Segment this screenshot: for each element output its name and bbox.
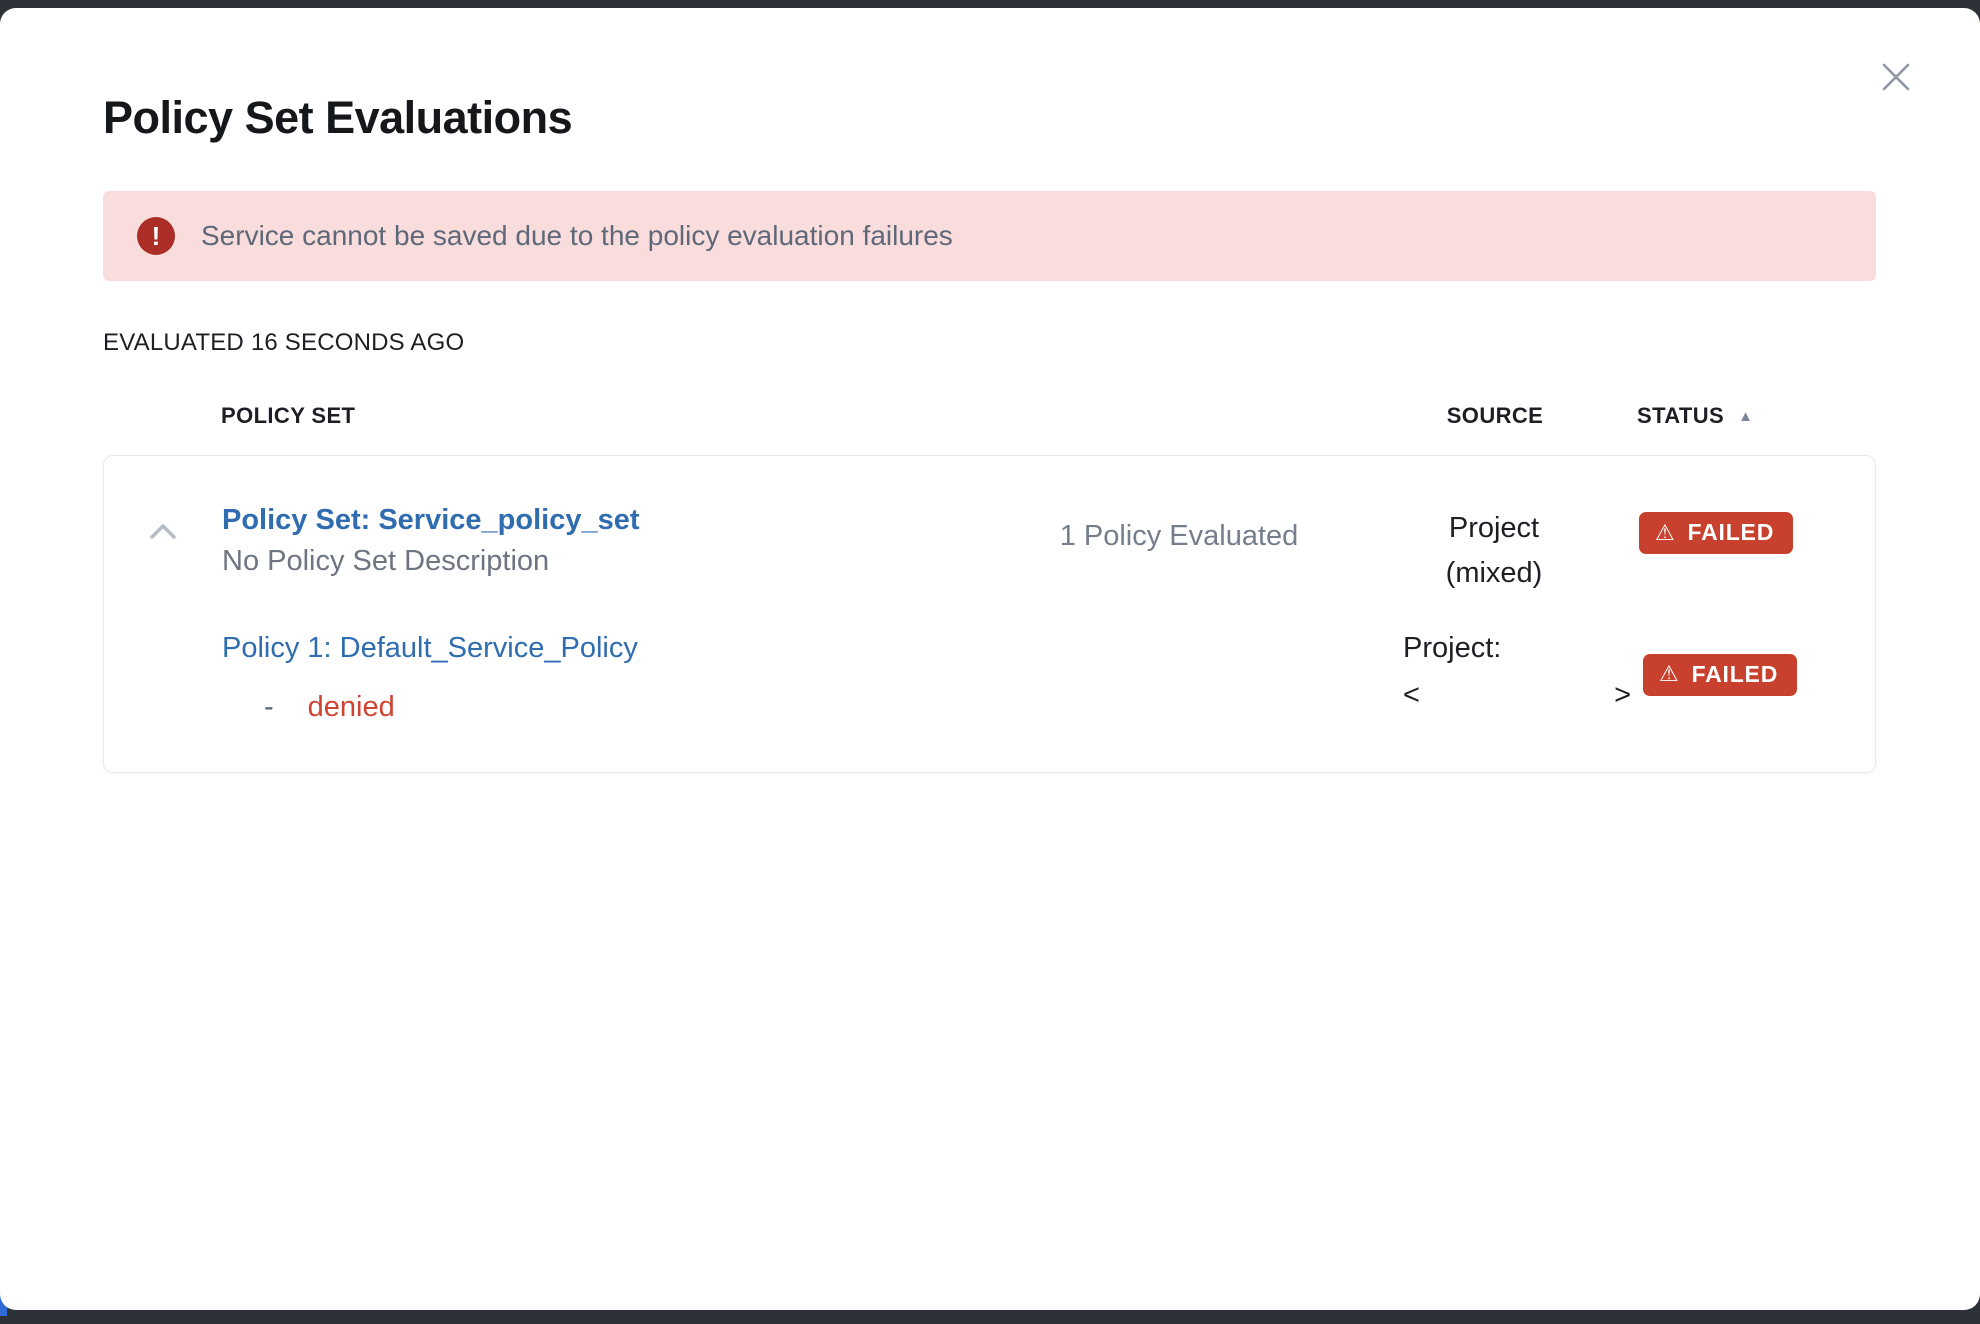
- policy-set-evaluations-modal: Policy Set Evaluations ! Service cannot …: [0, 8, 1980, 1310]
- result-dash: -: [222, 691, 274, 724]
- status-badge: ⚠ FAILED: [1643, 654, 1797, 696]
- error-banner: ! Service cannot be saved due to the pol…: [103, 191, 1876, 281]
- status-header-label: STATUS: [1637, 403, 1724, 429]
- warning-triangle-icon: ⚠: [1659, 663, 1680, 685]
- policies-evaluated-count: 1 Policy Evaluated: [979, 504, 1379, 596]
- table-header-row: POLICY SET SOURCE STATUS ▲: [103, 403, 1876, 429]
- policy-result-line: - denied: [222, 691, 979, 724]
- close-button[interactable]: [1874, 56, 1918, 100]
- warning-triangle-icon: ⚠: [1655, 522, 1676, 544]
- error-banner-text: Service cannot be saved due to the polic…: [201, 220, 953, 252]
- column-header-policy-set: POLICY SET: [221, 403, 980, 429]
- page-title: Policy Set Evaluations: [103, 92, 1876, 144]
- status-badge-label: FAILED: [1688, 521, 1775, 544]
- close-icon: [1876, 57, 1916, 100]
- status-badge-label: FAILED: [1692, 663, 1779, 686]
- policy-cell: Policy 1: Default_Service_Policy - denie…: [222, 632, 979, 724]
- row-spacer: [104, 632, 222, 724]
- policy-set-cell: Policy Set: Service_policy_set No Policy…: [222, 504, 979, 596]
- policy-link[interactable]: Policy 1: Default_Service_Policy: [222, 632, 638, 665]
- source-cell: Project: < >: [1379, 632, 1609, 724]
- status-cell: ⚠ FAILED: [1609, 632, 1875, 724]
- policy-set-card: Policy Set: Service_policy_set No Policy…: [103, 455, 1876, 773]
- cell-spacer: [979, 632, 1379, 724]
- source-redacted-value: < >: [1403, 679, 1631, 712]
- source-detail: (mixed): [1379, 551, 1609, 596]
- source-type: Project: [1379, 506, 1609, 551]
- column-header-status[interactable]: STATUS ▲: [1610, 403, 1876, 429]
- status-badge: ⚠ FAILED: [1639, 512, 1793, 554]
- evaluated-timestamp: EVALUATED 16 SECONDS AGO: [103, 329, 1876, 357]
- policy-set-description: No Policy Set Description: [222, 545, 979, 578]
- table-row: Policy 1: Default_Service_Policy - denie…: [104, 632, 1875, 724]
- status-cell: ⚠ FAILED: [1609, 504, 1875, 596]
- chevron-up-icon: [146, 520, 180, 549]
- policy-set-link[interactable]: Policy Set: Service_policy_set: [222, 504, 640, 537]
- angle-open: <: [1403, 679, 1420, 712]
- policy-result-value: denied: [308, 691, 395, 724]
- table-row: Policy Set: Service_policy_set No Policy…: [104, 456, 1875, 596]
- collapse-row-toggle[interactable]: [104, 504, 222, 596]
- column-header-source: SOURCE: [1380, 403, 1610, 429]
- error-icon: !: [137, 217, 175, 255]
- source-cell: Project (mixed): [1379, 504, 1609, 596]
- source-type: Project:: [1403, 632, 1609, 665]
- sort-ascending-icon: ▲: [1738, 409, 1753, 424]
